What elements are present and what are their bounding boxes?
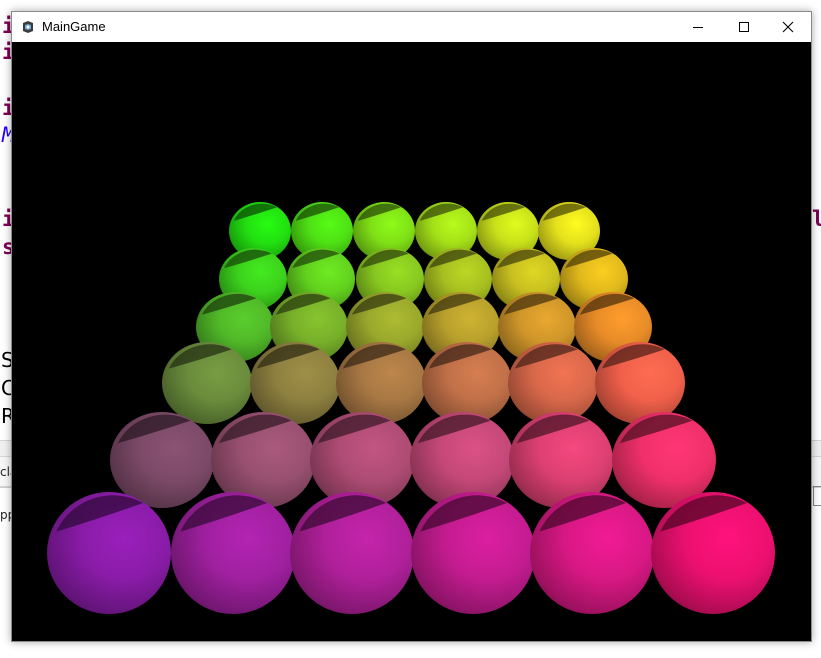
maximize-button[interactable] bbox=[721, 12, 767, 42]
window-title: MainGame bbox=[42, 19, 106, 34]
sphere-grid-render bbox=[12, 42, 811, 641]
maximize-icon bbox=[739, 22, 749, 32]
minimize-button[interactable] bbox=[675, 12, 721, 42]
minimize-icon bbox=[693, 27, 703, 28]
close-button[interactable] bbox=[765, 12, 811, 42]
game-window: MainGame bbox=[11, 11, 812, 642]
app-icon bbox=[21, 20, 35, 34]
code-fragment: l bbox=[812, 207, 821, 231]
title-bar[interactable]: MainGame bbox=[12, 12, 811, 42]
background-scrollbar bbox=[813, 486, 821, 506]
render-viewport[interactable] bbox=[12, 42, 811, 641]
close-icon bbox=[782, 21, 794, 33]
